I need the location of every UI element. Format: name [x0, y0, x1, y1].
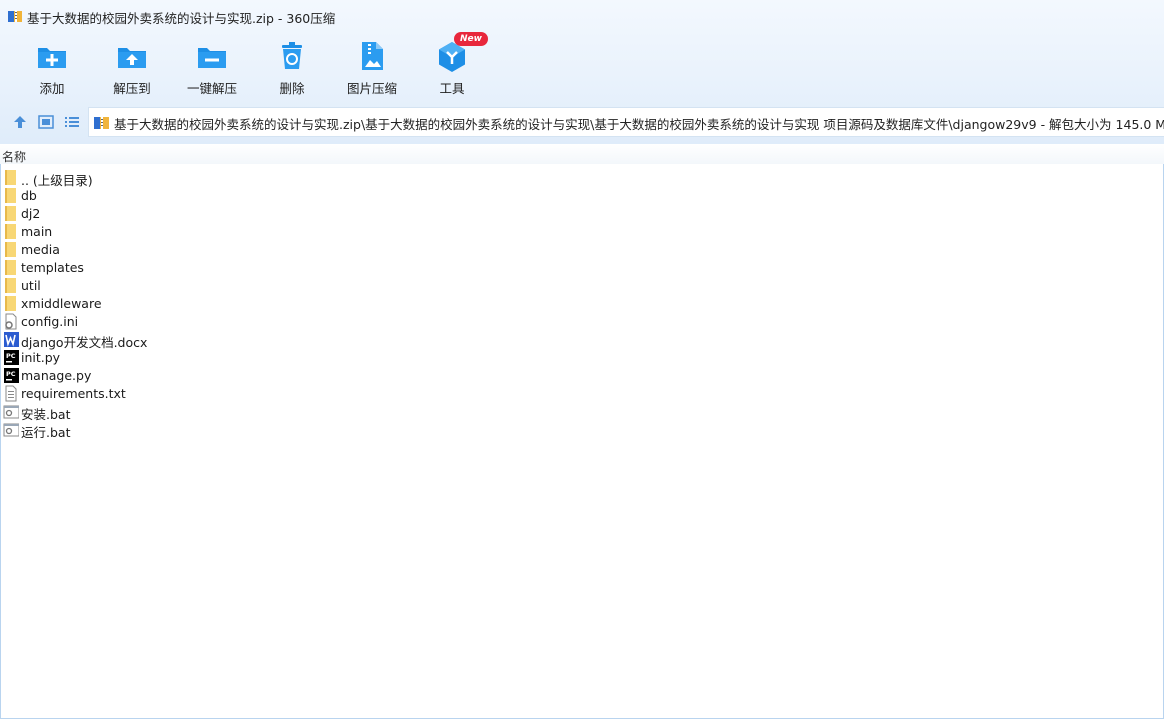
bat-file-icon [3, 405, 19, 419]
address-row: 基于大数据的校园外卖系统的设计与实现.zip\基于大数据的校园外卖系统的设计与实… [0, 106, 1164, 138]
name-column-label: 名称 [2, 150, 27, 164]
folder-icon [5, 224, 16, 239]
folder-icon [5, 260, 16, 275]
list-item[interactable]: config.ini [0, 313, 1164, 331]
svg-text:PC: PC [6, 370, 16, 378]
one-click-extract-icon [198, 48, 226, 68]
list-item[interactable]: db [0, 187, 1164, 205]
delete-button[interactable]: 删除 [252, 36, 332, 100]
list-item[interactable]: dj2 [0, 205, 1164, 223]
word-file-icon [4, 332, 19, 347]
tools-label: 工具 [439, 81, 465, 96]
list-item[interactable]: 运行.bat [0, 421, 1164, 440]
parent-folder-icon [5, 170, 16, 185]
folder-icon [5, 278, 16, 293]
folder-icon [5, 206, 16, 221]
list-item[interactable]: util [0, 277, 1164, 295]
new-badge: New [454, 32, 488, 46]
delete-label: 删除 [279, 81, 305, 96]
list-item[interactable]: templates [0, 259, 1164, 277]
ini-file-icon [5, 313, 17, 330]
window-title: 基于大数据的校园外卖系统的设计与实现.zip - 360压缩 [27, 11, 336, 26]
list-item[interactable]: requirements.txt [0, 385, 1164, 403]
image-compress-icon [362, 42, 383, 70]
text-file-icon [5, 385, 17, 402]
name-column-header[interactable]: 名称 [0, 144, 1164, 164]
up-arrow-icon[interactable] [11, 113, 29, 131]
folder-icon [5, 296, 16, 311]
address-path: 基于大数据的校园外卖系统的设计与实现.zip\基于大数据的校园外卖系统的设计与实… [114, 117, 1164, 132]
list-item[interactable]: xmiddleware [0, 295, 1164, 313]
one-click-extract-button[interactable]: 一键解压 [172, 36, 252, 100]
bat-file-icon [3, 423, 19, 437]
pycharm-file-icon: PC [4, 368, 19, 383]
list-item[interactable]: media [0, 241, 1164, 259]
title-bar: 基于大数据的校园外卖系统的设计与实现.zip - 360压缩 [0, 0, 1164, 32]
list-item[interactable]: django开发文档.docx [0, 331, 1164, 350]
extract-to-icon [118, 48, 146, 68]
archive-icon [94, 116, 109, 129]
image-compress-label: 图片压缩 [346, 81, 397, 96]
list-item[interactable]: PC manage.py [0, 367, 1164, 385]
address-bar[interactable]: 基于大数据的校园外卖系统的设计与实现.zip\基于大数据的校园外卖系统的设计与实… [88, 107, 1164, 137]
folder-icon [5, 242, 16, 257]
list-item[interactable]: 安装.bat [0, 403, 1164, 422]
file-list: .. (上级目录) db dj2 main media templates ut… [0, 169, 1164, 440]
list-item[interactable]: .. (上级目录) [0, 169, 1164, 188]
pycharm-file-icon: PC [4, 350, 19, 365]
folder-icon [5, 188, 16, 203]
toolbar: 添加 解压到 一键解压 删除 图片压缩 New 工具 [0, 32, 560, 100]
add-button[interactable]: 添加 [12, 36, 92, 100]
archive-app-icon [8, 10, 22, 22]
add-label: 添加 [39, 81, 65, 96]
delete-icon [282, 42, 302, 69]
header-area: 基于大数据的校园外卖系统的设计与实现.zip - 360压缩 添加 解压到 一键… [0, 0, 1164, 144]
extract-to-label: 解压到 [113, 81, 151, 96]
extract-to-button[interactable]: 解压到 [92, 36, 172, 100]
tools-button[interactable]: New 工具 [412, 32, 492, 100]
thumbnail-view-icon[interactable] [37, 113, 55, 131]
image-compress-button[interactable]: 图片压缩 [332, 36, 412, 100]
list-view-icon[interactable] [63, 113, 81, 131]
one-click-extract-label: 一键解压 [186, 81, 237, 96]
svg-text:PC: PC [6, 352, 16, 360]
list-item[interactable]: main [0, 223, 1164, 241]
list-item[interactable]: PC init.py [0, 349, 1164, 367]
add-icon [38, 48, 66, 68]
